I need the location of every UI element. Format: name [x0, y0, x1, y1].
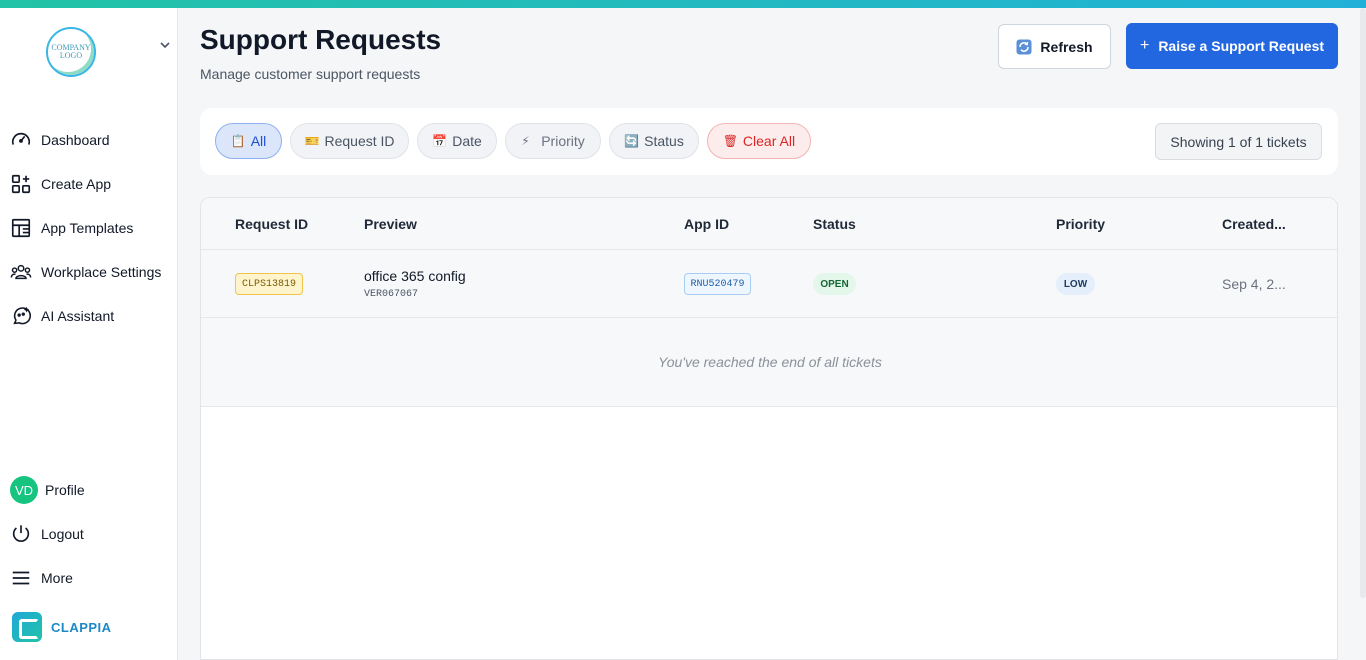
clipboard-icon: 📋	[230, 134, 246, 148]
trash-icon: 🗑	[722, 134, 739, 148]
chevron-down-icon[interactable]	[158, 38, 172, 52]
sidebar-item-ai-assistant[interactable]: AI Assistant	[0, 294, 178, 338]
sidebar-item-label: Dashboard	[41, 132, 110, 148]
sidebar-bottom-nav: VD Profile Logout More	[0, 468, 178, 600]
page-subtitle: Manage customer support requests	[200, 66, 421, 82]
column-header-status[interactable]: Status	[813, 216, 856, 232]
power-icon	[12, 525, 30, 542]
sidebar-item-label: AI Assistant	[41, 308, 115, 324]
tickets-table: Request ID Preview App ID Status Priorit…	[200, 197, 1338, 660]
request-id-badge: CLPS13819	[235, 273, 303, 295]
refresh-icon: 🔄	[624, 134, 640, 148]
filter-chip-label: Clear All	[742, 133, 796, 149]
plus-icon: +	[1139, 37, 1150, 54]
sidebar-item-label: More	[41, 570, 73, 586]
sidebar-item-label: App Templates	[41, 220, 134, 236]
column-header-created[interactable]: Created...	[1222, 216, 1286, 232]
lightning-icon: ⚡	[521, 134, 530, 148]
filter-chip-label: Priority	[541, 133, 585, 149]
brand-name: CLAPPIA	[51, 619, 112, 635]
filter-chip-priority[interactable]: ⚡ Priority	[505, 123, 601, 159]
sidebar-item-workplace-settings[interactable]: Workplace Settings	[0, 250, 178, 294]
company-logo[interactable]: COMPANY LOGO	[46, 27, 96, 77]
filter-bar: 📋 All 🎫 Request ID 📅 Date ⚡ Priority 🔄 S…	[200, 108, 1338, 175]
refresh-button[interactable]: Refresh	[998, 24, 1111, 69]
sidebar-item-dashboard[interactable]: Dashboard	[0, 118, 178, 162]
ticket-icon: 🎫	[304, 134, 320, 148]
clappia-logo-icon	[12, 612, 42, 642]
preview-subtitle: VER067067	[364, 289, 419, 300]
company-logo-text: COMPANY LOGO	[51, 43, 91, 60]
app-id-badge: RNU520479	[684, 273, 751, 295]
filter-chip-label: Date	[452, 133, 482, 149]
filter-chip-label: Request ID	[324, 133, 395, 149]
refresh-icon	[1016, 39, 1032, 54]
raise-support-request-label: Raise a Support Request	[1158, 38, 1325, 54]
table-header: Request ID Preview App ID Status Priorit…	[201, 198, 1337, 250]
avatar: VD	[10, 476, 38, 504]
end-of-list-message: You've reached the end of all tickets	[201, 318, 1337, 407]
filter-chip-status[interactable]: 🔄 Status	[609, 123, 699, 159]
raise-support-request-button[interactable]: + Raise a Support Request	[1126, 23, 1338, 69]
created-date: Sep 4, 2...	[1222, 276, 1286, 292]
priority-badge: LOW	[1056, 273, 1095, 295]
ai-assistant-icon	[13, 306, 32, 325]
calendar-icon: 📅	[432, 134, 448, 148]
sidebar-item-label: Workplace Settings	[41, 264, 162, 280]
sidebar-item-logout[interactable]: Logout	[0, 512, 178, 556]
sidebar-nav: Dashboard Create App App Templates Workp…	[0, 118, 178, 338]
sidebar-item-label: Profile	[45, 482, 85, 498]
sidebar-item-create-app[interactable]: Create App	[0, 162, 178, 206]
sidebar-item-label: Logout	[41, 526, 84, 542]
templates-icon	[11, 218, 31, 238]
ticket-count-indicator: Showing 1 of 1 tickets	[1155, 123, 1322, 160]
sidebar-item-more[interactable]: More	[0, 556, 178, 600]
menu-icon	[12, 571, 30, 585]
filter-chip-label: Status	[644, 133, 684, 149]
sidebar-item-label: Create App	[41, 176, 112, 192]
column-header-priority[interactable]: Priority	[1056, 216, 1105, 232]
brand-logo: CLAPPIA	[12, 612, 112, 642]
filter-chip-all[interactable]: 📋 All	[215, 123, 282, 159]
table-row[interactable]: CLPS13819 office 365 config VER067067 RN…	[201, 250, 1337, 318]
filter-chip-clear-all[interactable]: 🗑 Clear All	[707, 123, 811, 159]
filter-chip-request-id[interactable]: 🎫 Request ID	[290, 123, 409, 159]
sidebar: COMPANY LOGO Dashboard Create App App Te…	[0, 8, 178, 660]
top-accent-bar	[0, 0, 1366, 8]
status-badge: OPEN	[813, 273, 856, 295]
page-title: Support Requests	[200, 24, 442, 55]
sidebar-item-app-templates[interactable]: App Templates	[0, 206, 178, 250]
create-app-icon	[11, 174, 31, 194]
sidebar-item-profile[interactable]: VD Profile	[0, 468, 178, 512]
users-group-icon	[10, 264, 32, 280]
refresh-button-label: Refresh	[1040, 38, 1093, 55]
page-scrollbar[interactable]	[1360, 8, 1366, 598]
column-header-preview[interactable]: Preview	[364, 216, 417, 232]
filter-chip-label: All	[250, 133, 267, 149]
preview-title: office 365 config	[364, 268, 466, 284]
column-header-app-id[interactable]: App ID	[684, 216, 729, 232]
dashboard-gauge-icon	[11, 132, 31, 145]
column-header-request-id[interactable]: Request ID	[235, 216, 308, 232]
filter-chip-date[interactable]: 📅 Date	[417, 123, 497, 159]
